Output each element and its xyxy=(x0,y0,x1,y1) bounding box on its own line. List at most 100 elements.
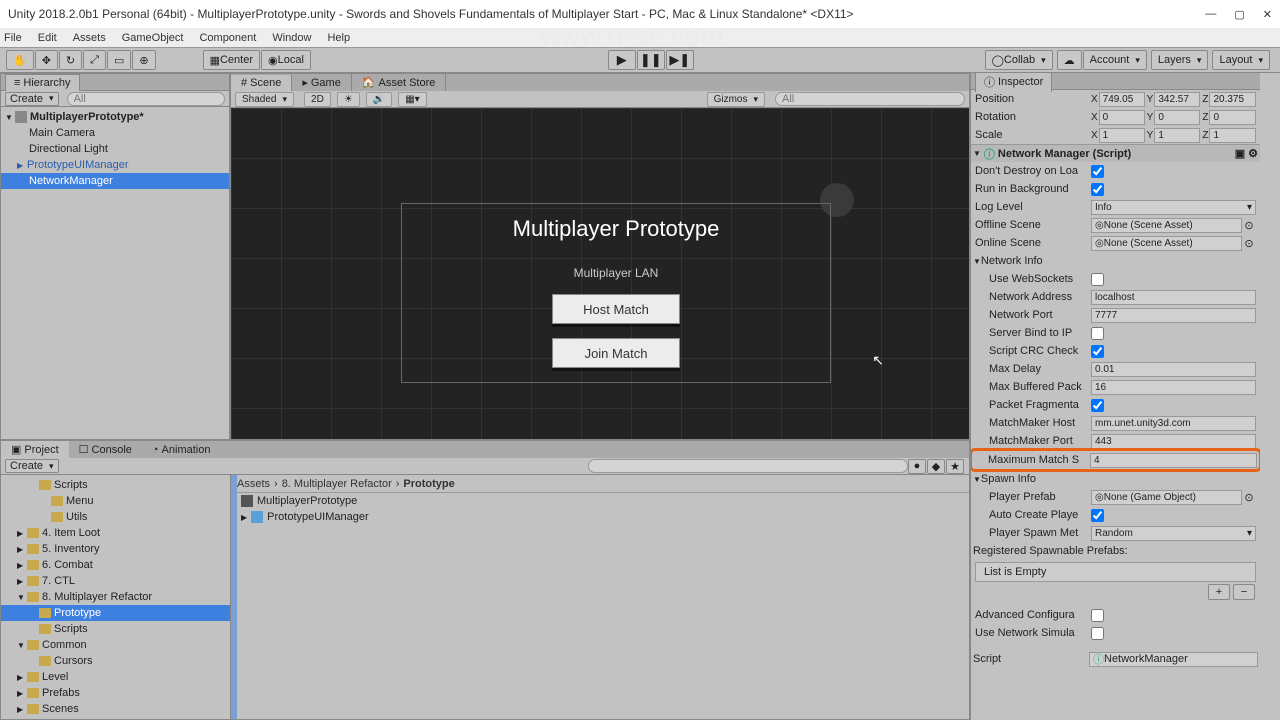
scale-z[interactable] xyxy=(1209,128,1256,143)
console-tab[interactable]: ☐ Console xyxy=(69,441,142,458)
close-icon[interactable]: ✕ xyxy=(1263,8,1272,21)
text-field[interactable] xyxy=(1091,416,1256,431)
help-icon[interactable]: ▣ xyxy=(1235,147,1245,160)
checkbox[interactable] xyxy=(1091,165,1104,178)
asset-store-tab[interactable]: 🏠 Asset Store xyxy=(352,74,447,91)
text-field[interactable] xyxy=(1091,308,1256,323)
tree-item[interactable]: ▶Prefabs xyxy=(1,685,230,701)
hierarchy-item[interactable]: ▶PrototypeUIManager xyxy=(1,157,229,173)
picker-icon[interactable]: ⊙ xyxy=(1242,491,1256,504)
spawn-info-header[interactable]: ▼Spawn Info xyxy=(971,470,1260,488)
scene-view[interactable]: Multiplayer Prototype Multiplayer LAN Ho… xyxy=(231,108,969,439)
pos-z[interactable] xyxy=(1209,92,1256,107)
scene-tab[interactable]: # Scene xyxy=(231,75,292,91)
tree-item[interactable]: ▶Level xyxy=(1,669,230,685)
picker-icon[interactable]: ⊙ xyxy=(1242,219,1256,232)
tree-item[interactable]: Menu xyxy=(1,493,230,509)
move-tool-icon[interactable]: ✥ xyxy=(35,50,58,70)
pos-x[interactable] xyxy=(1099,92,1145,107)
scale-tool-icon[interactable]: ⤢ xyxy=(83,50,106,70)
checkbox[interactable] xyxy=(1091,273,1104,286)
rect-tool-icon[interactable]: ▭ xyxy=(107,50,131,70)
checkbox[interactable] xyxy=(1091,509,1104,522)
rot-x[interactable] xyxy=(1099,110,1145,125)
transform-tool-icon[interactable]: ⊕ xyxy=(132,50,155,70)
join-match-button[interactable]: Join Match xyxy=(552,338,680,368)
tree-item[interactable]: ▶Scenes xyxy=(1,701,230,717)
menu-window[interactable]: Window xyxy=(272,32,311,44)
file-item[interactable]: MultiplayerPrototype xyxy=(231,493,969,509)
checkbox[interactable] xyxy=(1091,327,1104,340)
layout-dropdown[interactable]: Layout xyxy=(1212,50,1270,70)
tree-item[interactable]: ▼8. Multiplayer Refactor xyxy=(1,589,230,605)
hierarchy-item-selected[interactable]: NetworkManager xyxy=(1,173,229,189)
light-icon[interactable]: ☀ xyxy=(337,92,360,107)
pause-button[interactable]: ❚❚ xyxy=(637,50,665,70)
breadcrumb[interactable]: Assets › 8. Multiplayer Refactor › Proto… xyxy=(231,475,969,493)
tree-item[interactable]: ▶7. CTL xyxy=(1,573,230,589)
filter-icon[interactable]: ● xyxy=(908,459,926,474)
project-tab[interactable]: ▣ Project xyxy=(1,441,69,458)
rot-z[interactable] xyxy=(1209,110,1256,125)
gear-icon[interactable]: ⚙ xyxy=(1248,147,1258,160)
text-field[interactable] xyxy=(1091,434,1256,449)
layers-dropdown[interactable]: Layers xyxy=(1151,50,1209,70)
collab-dropdown[interactable]: ◯ Collab xyxy=(985,50,1053,70)
menu-edit[interactable]: Edit xyxy=(38,32,57,44)
menu-component[interactable]: Component xyxy=(199,32,256,44)
project-content[interactable]: Assets › 8. Multiplayer Refactor › Proto… xyxy=(231,475,969,719)
save-search-icon[interactable]: ★ xyxy=(946,459,964,474)
pivot-local-button[interactable]: ◉ Local xyxy=(261,50,311,70)
menu-file[interactable]: File xyxy=(4,32,22,44)
hand-tool-icon[interactable]: ✋ xyxy=(6,50,34,70)
remove-icon[interactable]: − xyxy=(1233,584,1255,600)
tree-item[interactable]: Utils xyxy=(1,509,230,525)
dropdown-field[interactable]: Info▾ xyxy=(1091,200,1256,215)
tree-item[interactable]: Scripts xyxy=(1,477,230,493)
tree-item[interactable]: Cursors xyxy=(1,653,230,669)
menu-assets[interactable]: Assets xyxy=(73,32,106,44)
text-field[interactable] xyxy=(1091,290,1256,305)
host-match-button[interactable]: Host Match xyxy=(552,294,680,324)
object-field[interactable]: ◎None (Scene Asset) xyxy=(1091,236,1242,251)
checkbox[interactable] xyxy=(1091,627,1104,640)
checkbox[interactable] xyxy=(1091,183,1104,196)
network-manager-header[interactable]: ▼ⓘNetwork Manager (Script)▣⚙ xyxy=(971,144,1260,162)
file-item[interactable]: ▶PrototypeUIManager xyxy=(231,509,969,525)
animation-tab[interactable]: ◔ Animation xyxy=(142,442,221,458)
pivot-center-button[interactable]: ▦ Center xyxy=(203,50,260,70)
account-dropdown[interactable]: Account xyxy=(1083,50,1147,70)
tree-item[interactable]: Prototype xyxy=(1,605,230,621)
hierarchy-tab[interactable]: ≡ Hierarchy xyxy=(5,74,80,91)
inspector-tab[interactable]: ⓘ Inspector xyxy=(975,73,1052,92)
tree-item[interactable]: ▶6. Combat xyxy=(1,557,230,573)
game-tab[interactable]: ▸ Game xyxy=(292,74,352,91)
cloud-icon[interactable]: ☁ xyxy=(1057,50,1082,70)
checkbox[interactable] xyxy=(1091,609,1104,622)
script-field[interactable]: ⓘNetworkManager xyxy=(1089,652,1258,667)
scrollbar[interactable] xyxy=(231,475,237,719)
project-tree[interactable]: ScriptsMenuUtils▶4. Item Loot▶5. Invento… xyxy=(1,475,231,719)
pos-y[interactable] xyxy=(1154,92,1200,107)
fx-icon[interactable]: ▦▾ xyxy=(398,92,426,107)
tree-item[interactable]: ▶4. Item Loot xyxy=(1,525,230,541)
project-search[interactable] xyxy=(588,459,908,473)
tree-item[interactable]: ▶5. Inventory xyxy=(1,541,230,557)
menu-help[interactable]: Help xyxy=(327,32,350,44)
hierarchy-item[interactable]: Main Camera xyxy=(1,125,229,141)
minimize-icon[interactable]: — xyxy=(1205,8,1216,21)
scale-x[interactable] xyxy=(1099,128,1145,143)
step-button[interactable]: ▶❚ xyxy=(666,50,694,70)
rotate-tool-icon[interactable]: ↻ xyxy=(59,50,82,70)
hierarchy-item[interactable]: Directional Light xyxy=(1,141,229,157)
scene-row[interactable]: ▼MultiplayerPrototype* xyxy=(1,109,229,125)
hierarchy-create[interactable]: Create xyxy=(5,92,59,106)
network-info-header[interactable]: ▼Network Info xyxy=(971,252,1260,270)
tree-item[interactable]: Scripts xyxy=(1,621,230,637)
object-field[interactable]: ◎None (Scene Asset) xyxy=(1091,218,1242,233)
object-field[interactable]: ◎None (Game Object) xyxy=(1091,490,1242,505)
rot-y[interactable] xyxy=(1154,110,1200,125)
picker-icon[interactable]: ⊙ xyxy=(1242,237,1256,250)
add-icon[interactable]: + xyxy=(1208,584,1230,600)
hierarchy-search[interactable] xyxy=(67,92,225,106)
